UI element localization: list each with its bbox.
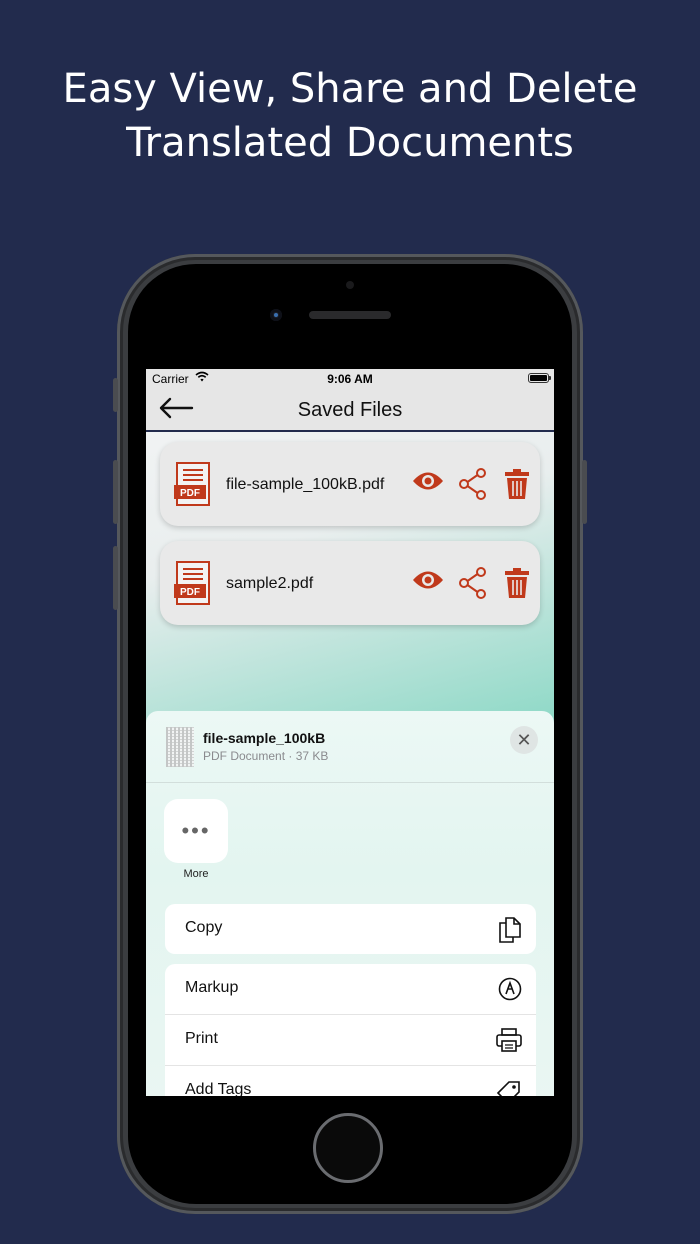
volume-up-button [113,460,118,524]
action-print[interactable]: Print [165,1015,536,1066]
power-button [582,460,587,524]
more-label: More [183,868,209,880]
more-button[interactable]: ••• [164,799,228,863]
file-name: file-sample_100kB.pdf [226,476,385,493]
share-sheet-subtitle: PDF Document · 37 KB [203,749,329,763]
printer-icon [496,1028,522,1057]
action-copy[interactable]: Copy [165,904,536,954]
pdf-file-icon: PDF [174,561,212,610]
phone-screen: Carrier 9:06 AM Saved Files PDF file-sam… [146,369,554,1096]
action-group-copy: Copy [165,904,536,954]
svg-text:PDF: PDF [180,587,200,598]
front-camera [270,309,282,321]
trash-icon[interactable] [504,468,530,505]
action-label: Markup [185,979,239,996]
view-eye-icon[interactable] [412,569,444,596]
file-name: sample2.pdf [226,575,314,592]
copy-icon [498,917,522,948]
action-markup[interactable]: Markup [165,964,536,1015]
action-label: Print [185,1030,218,1047]
file-card[interactable]: PDF file-sample_100kB.pdf [160,442,540,526]
status-bar: Carrier 9:06 AM [146,369,554,389]
svg-text:PDF: PDF [180,488,200,499]
view-eye-icon[interactable] [412,470,444,497]
trash-icon[interactable] [504,567,530,604]
action-label: Add Tags [185,1081,252,1096]
clock: 9:06 AM [327,372,373,386]
earpiece-speaker [309,311,391,319]
share-sheet: file-sample_100kB PDF Document · 37 KB ✕… [146,711,554,1096]
more-dots-icon: ••• [181,818,211,843]
headline-line-1: Easy View, Share and Delete [62,66,638,112]
action-add-tags[interactable]: Add Tags [165,1066,536,1096]
nav-bar: Saved Files [146,389,554,432]
battery-icon [528,373,551,383]
document-thumbnail [166,727,194,767]
file-card[interactable]: PDF sample2.pdf [160,541,540,625]
volume-down-button [113,546,118,610]
share-sheet-title: file-sample_100kB [203,730,326,746]
tag-icon [496,1079,522,1096]
headline-line-2: Translated Documents [126,120,574,166]
mute-switch [113,378,118,412]
share-sheet-header: file-sample_100kB PDF Document · 37 KB ✕ [146,711,554,783]
action-label: Copy [185,919,223,936]
page-title: Saved Files [297,399,403,421]
action-group-main: Markup Print Add Tags [165,964,536,1096]
headline: Easy View, Share and Delete Translated D… [0,62,700,170]
home-button[interactable] [313,1113,383,1183]
share-icon[interactable] [458,468,488,505]
proximity-sensor [346,281,354,289]
share-icon[interactable] [458,567,488,604]
close-button[interactable]: ✕ [510,726,538,754]
markup-icon [498,977,522,1006]
pdf-file-icon: PDF [174,462,212,511]
